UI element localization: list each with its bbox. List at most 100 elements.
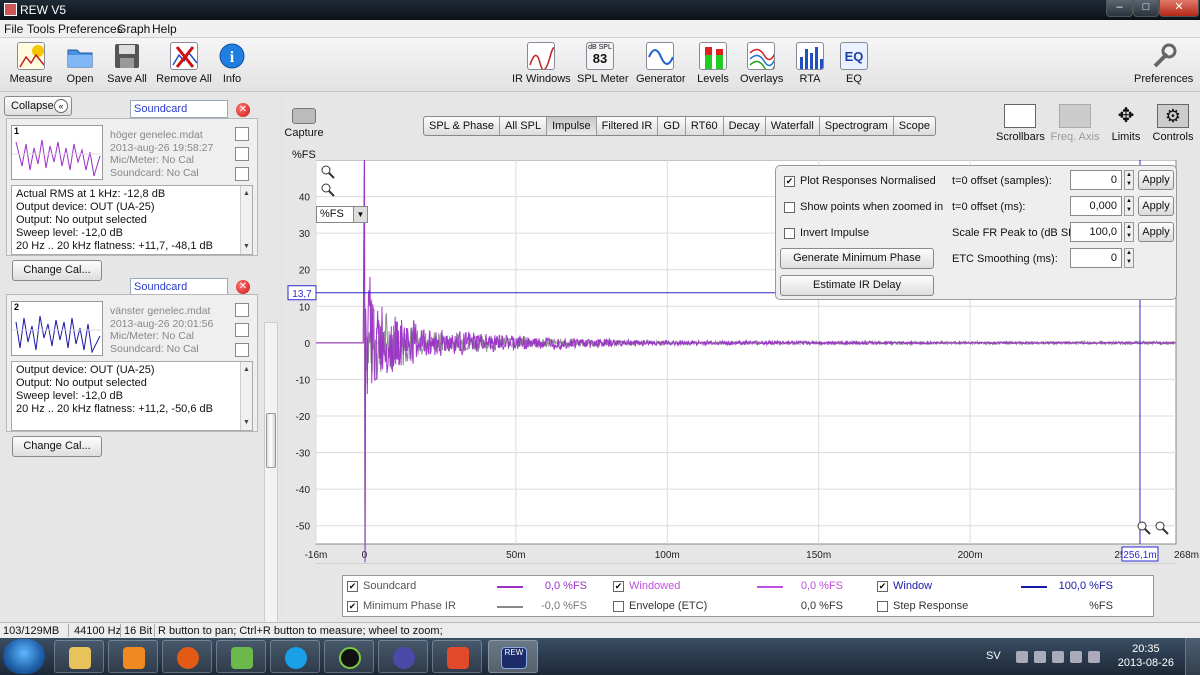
tab-filtered-ir[interactable]: Filtered IR [597,117,659,135]
maximize-button[interactable]: □ [1133,0,1159,17]
menu-graph[interactable]: Graph [117,22,150,36]
taskbar-app[interactable] [432,640,482,673]
info-scrollbar[interactable]: ▲ ▼ [240,362,252,430]
legend-checkbox[interactable]: ✔ [347,601,358,612]
open-button[interactable]: Open [62,42,98,85]
taskbar-spotify[interactable] [324,640,374,673]
taskbar-network[interactable] [216,640,266,673]
spinner[interactable]: ▲ ▼ [1124,170,1134,190]
tab-decay[interactable]: Decay [724,117,766,135]
spinner[interactable]: ▲ ▼ [1124,248,1134,268]
scrollbars-button[interactable]: Scrollbars [996,104,1045,143]
estimate-ir-delay-button[interactable]: Estimate IR Delay [780,275,934,296]
eq-button[interactable]: EQ EQ [840,42,868,85]
taskbar-firefox[interactable] [162,640,212,673]
preferences-button[interactable]: Preferences [1134,42,1193,85]
tab-gd[interactable]: GD [658,117,686,135]
limits-button[interactable]: ✥ Limits [1108,104,1144,143]
collapse-button[interactable]: Collapse « [4,96,72,116]
spl-meter-button[interactable]: dB SPL 83 SPL Meter [577,42,629,85]
ir-windows-button[interactable]: IR Windows [512,42,571,85]
show-points-checkbox[interactable] [784,202,795,213]
edit-icon[interactable] [235,323,249,337]
legend-item-window[interactable]: ✔ Window 100,0 %FS [877,580,1147,596]
change-cal-button[interactable]: Change Cal... [12,436,102,457]
menu-tools[interactable]: Tools [27,22,55,36]
t0-offset-samples-input[interactable]: 0 [1070,170,1122,190]
measure-button[interactable]: Measure [8,42,54,85]
apply-button[interactable]: Apply [1138,222,1174,242]
taskbar-explorer[interactable] [54,640,104,673]
legend-checkbox[interactable] [613,601,624,612]
legend-checkbox[interactable]: ✔ [877,581,888,592]
notes-icon[interactable] [235,343,249,357]
taskbar-media-player[interactable] [108,640,158,673]
tray-app-icon[interactable] [1034,651,1046,663]
apply-button[interactable]: Apply [1138,170,1174,190]
save-all-button[interactable]: Save All [106,42,148,85]
etc-smoothing-input[interactable]: 0 [1070,248,1122,268]
volume-icon[interactable] [1088,651,1100,663]
unit-select[interactable]: %FS ▼ [316,206,368,223]
spinner[interactable]: ▲ ▼ [1124,222,1134,242]
legend-item-envelope-etc[interactable]: Envelope (ETC) 0,0 %FS [613,600,873,616]
scrollbar-thumb[interactable] [266,413,276,468]
remove-measurement-icon[interactable]: ✕ [236,280,250,294]
edit-icon[interactable] [235,147,249,161]
legend-item-soundcard[interactable]: ✔ Soundcard 0,0 %FS [347,580,607,596]
info-button[interactable]: i Info [218,42,246,85]
controls-button[interactable]: ⚙ Controls [1150,104,1196,143]
pen-color-icon[interactable] [235,127,249,141]
clock[interactable]: 20:35 2013-08-26 [1118,642,1174,670]
legend-item-minimum-phase-ir[interactable]: ✔ Minimum Phase IR -0,0 %FS [347,600,607,616]
taskbar-rew[interactable]: REW [488,640,538,673]
measurement-thumbnail[interactable]: 1 [11,125,104,180]
info-scrollbar[interactable]: ▲ ▼ [240,186,252,254]
tab-all-spl[interactable]: All SPL [500,117,548,135]
plot-normalised-checkbox[interactable]: ✔ [784,176,795,187]
start-button[interactable] [3,639,45,674]
minimize-button[interactable]: – [1106,0,1133,17]
remove-measurement-icon[interactable]: ✕ [236,103,250,117]
zoom-icon[interactable] [321,183,331,193]
invert-impulse-checkbox[interactable] [784,228,795,239]
change-cal-button[interactable]: Change Cal... [12,260,102,281]
generate-minimum-phase-button[interactable]: Generate Minimum Phase [780,248,934,269]
menu-preferences[interactable]: Preferences [58,22,123,36]
scale-fr-peak-input[interactable]: 100,0 [1070,222,1122,242]
legend-item-step-response[interactable]: Step Response %FS [877,600,1147,616]
spinner[interactable]: ▲ ▼ [1124,196,1134,216]
zoom-icon[interactable] [1137,521,1147,531]
menu-help[interactable]: Help [152,22,177,36]
legend-item-windowed[interactable]: ✔ Windowed 0,0 %FS [613,580,873,596]
tab-spl-phase[interactable]: SPL & Phase [424,117,501,135]
taskbar-skype[interactable] [270,640,320,673]
dropbox-icon[interactable] [1052,651,1064,663]
show-desktop-button[interactable] [1185,638,1200,675]
t0-offset-ms-input[interactable]: 0,000 [1070,196,1122,216]
measurement-thumbnail[interactable]: 2 [11,301,104,356]
tab-spectrogram[interactable]: Spectrogram [820,117,894,135]
tray-arrow-icon[interactable] [1016,651,1028,663]
panel-scrollbar[interactable] [264,322,278,632]
tab-waterfall[interactable]: Waterfall [766,117,820,135]
apply-button[interactable]: Apply [1138,196,1174,216]
language-indicator[interactable]: SV [986,650,1001,662]
zoom-icon[interactable] [1155,521,1165,531]
rta-button[interactable]: RTA [796,42,824,85]
generator-button[interactable]: Generator [636,42,686,85]
capture-button[interactable]: Capture [284,108,324,139]
remove-all-button[interactable]: Remove All [156,42,212,85]
network-tray-icon[interactable] [1070,651,1082,663]
overlays-button[interactable]: Overlays [740,42,783,85]
tab-rt60[interactable]: RT60 [686,117,724,135]
zoom-icon[interactable] [321,165,331,175]
legend-checkbox[interactable] [877,601,888,612]
levels-button[interactable]: Levels [697,42,729,85]
menu-file[interactable]: File [4,22,23,36]
tab-scope[interactable]: Scope [894,117,935,135]
legend-checkbox[interactable]: ✔ [347,581,358,592]
notes-icon[interactable] [235,167,249,181]
freq-axis-button[interactable]: Freq. Axis [1050,104,1100,143]
close-button[interactable]: ✕ [1159,0,1199,17]
